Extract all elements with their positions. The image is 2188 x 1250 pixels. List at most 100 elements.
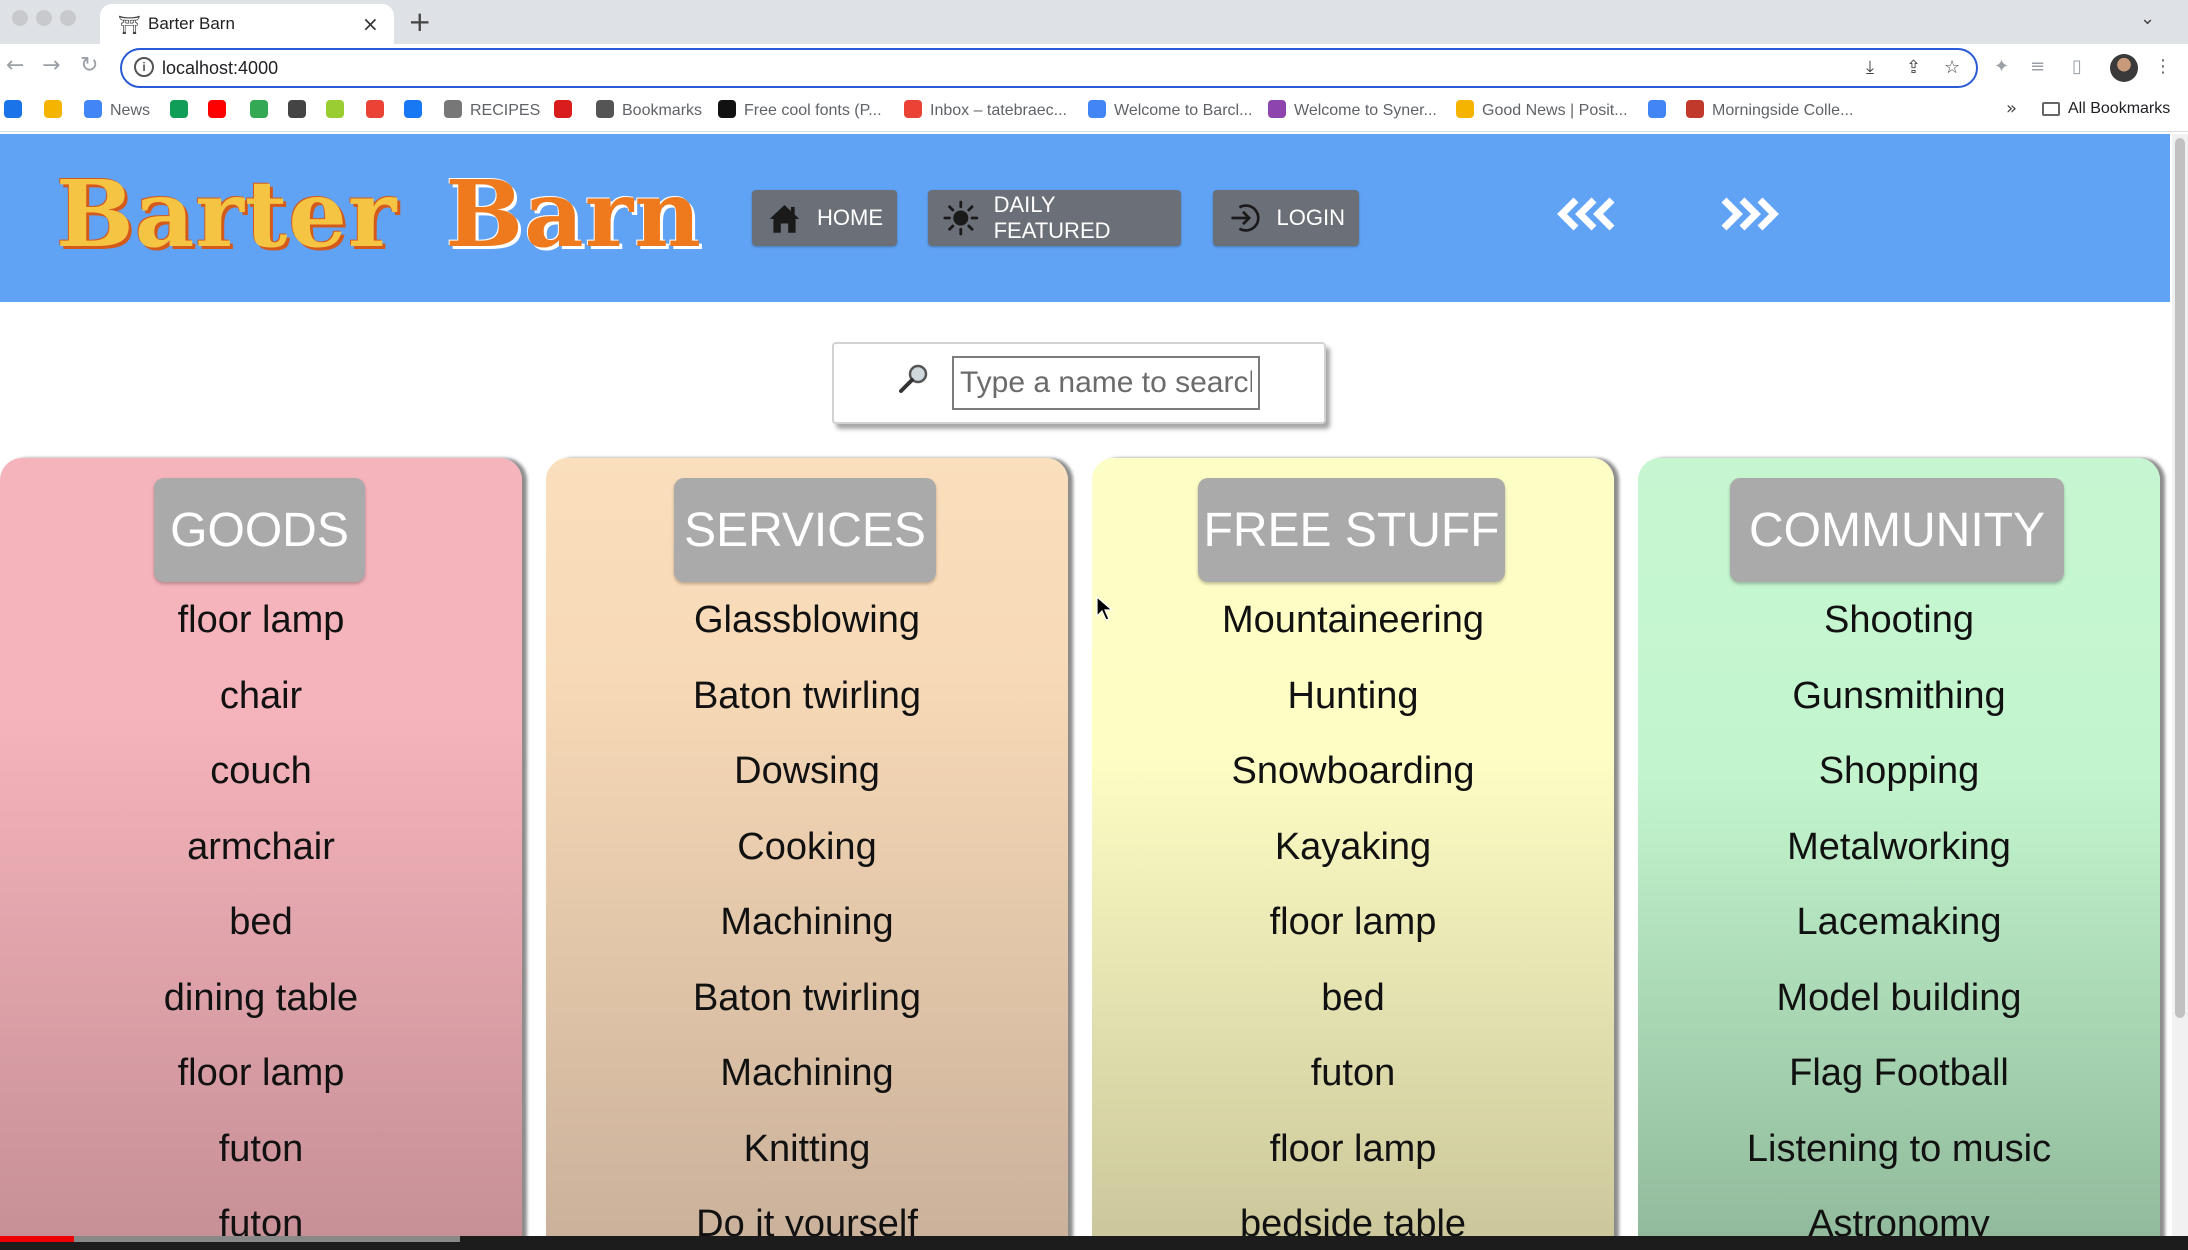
list-item[interactable]: futon xyxy=(0,1111,522,1187)
more-bookmarks-icon[interactable]: » xyxy=(2006,98,2017,119)
services-header[interactable]: SERVICES xyxy=(674,478,936,582)
scrollbar-thumb[interactable] xyxy=(2175,138,2185,1018)
bookmark-item[interactable] xyxy=(170,100,196,120)
window-zoom-dot[interactable] xyxy=(60,10,76,26)
menu-icon[interactable]: ⋮ xyxy=(2154,56,2172,77)
list-item[interactable]: Metalworking xyxy=(1638,809,2160,885)
list-item[interactable]: Machining xyxy=(546,1035,1068,1111)
search-input[interactable] xyxy=(952,356,1260,410)
daily-featured-button[interactable]: DAILY FEATURED xyxy=(928,190,1181,246)
list-item[interactable]: dining table xyxy=(0,960,522,1036)
address-bar[interactable]: i localhost:4000 ⤓ ⇪ ☆ xyxy=(120,48,1978,88)
all-bookmarks-button[interactable]: All Bookmarks xyxy=(2042,100,2170,118)
goods-column: GOODS floor lamp chair couch armchair bed din… xyxy=(0,458,522,1240)
bookmark-item[interactable] xyxy=(1648,100,1674,120)
list-item[interactable]: floor lamp xyxy=(0,1035,522,1111)
goods-header[interactable]: GOODS xyxy=(154,478,365,582)
bookmark-item[interactable] xyxy=(326,100,352,120)
extensions-icon[interactable]: ✦ xyxy=(1994,56,2009,77)
reading-list-icon[interactable]: ≡ xyxy=(2030,56,2045,77)
list-item[interactable]: futon xyxy=(0,1186,522,1240)
home-button[interactable]: HOME xyxy=(752,190,897,246)
forward-icon[interactable]: → xyxy=(42,53,60,78)
list-item[interactable]: Kayaking xyxy=(1092,809,1614,885)
side-panel-icon[interactable]: ▯ xyxy=(2072,56,2082,77)
bookmark-item[interactable] xyxy=(4,100,30,120)
list-item[interactable]: floor lamp xyxy=(1092,1111,1614,1187)
list-item[interactable]: Baton twirling xyxy=(546,658,1068,734)
free-stuff-header[interactable]: FREE STUFF xyxy=(1198,478,1505,582)
site-logo[interactable]: Barter Barn xyxy=(56,160,702,268)
list-item[interactable]: bed xyxy=(0,884,522,960)
window-minimize-dot[interactable] xyxy=(36,10,52,26)
login-button[interactable]: LOGIN xyxy=(1213,190,1359,246)
list-item[interactable]: bedside table xyxy=(1092,1186,1614,1240)
bookmark-item[interactable]: Bookmarks xyxy=(596,100,702,120)
list-item[interactable]: Knitting xyxy=(546,1111,1068,1187)
back-icon[interactable]: ← xyxy=(6,53,24,78)
list-item[interactable]: chair xyxy=(0,658,522,734)
list-item[interactable]: Glassblowing xyxy=(546,582,1068,658)
bookmark-item[interactable] xyxy=(250,100,276,120)
bookmark-favicon-icon xyxy=(444,100,462,118)
list-item[interactable]: floor lamp xyxy=(0,582,522,658)
list-item[interactable]: floor lamp xyxy=(1092,884,1614,960)
community-header[interactable]: COMMUNITY xyxy=(1730,478,2064,582)
bookmark-item[interactable] xyxy=(288,100,314,120)
list-item[interactable]: couch xyxy=(0,733,522,809)
browser-tab[interactable]: ⛩ Barter Barn × xyxy=(100,4,394,44)
bookmark-item[interactable] xyxy=(44,100,70,120)
chevron-down-icon[interactable]: ⌄ xyxy=(2140,8,2155,29)
list-item[interactable]: bed xyxy=(1092,960,1614,1036)
list-item[interactable]: Baton twirling xyxy=(546,960,1068,1036)
bookmark-item[interactable]: Welcome to Syner... xyxy=(1268,100,1437,120)
list-item[interactable]: Flag Football xyxy=(1638,1035,2160,1111)
list-item[interactable]: Shooting xyxy=(1638,582,2160,658)
bookmark-star-icon[interactable]: ☆ xyxy=(1944,57,1960,78)
bookmark-favicon-icon xyxy=(1088,100,1106,118)
search-icon xyxy=(899,364,928,393)
list-item[interactable]: Mountaineering xyxy=(1092,582,1614,658)
list-item[interactable]: futon xyxy=(1092,1035,1614,1111)
bookmark-item[interactable] xyxy=(554,100,580,120)
list-item[interactable]: Cooking xyxy=(546,809,1068,885)
list-item[interactable]: Listening to music xyxy=(1638,1111,2160,1187)
bookmark-item[interactable]: Inbox – tatebraec... xyxy=(904,100,1067,120)
mouse-cursor-icon xyxy=(1096,596,1114,621)
bookmark-item[interactable]: RECIPES xyxy=(444,100,540,120)
share-icon[interactable]: ⇪ xyxy=(1906,57,1921,78)
bookmark-item[interactable]: Good News | Posit... xyxy=(1456,100,1628,120)
bookmark-item[interactable] xyxy=(208,100,234,120)
bookmark-item[interactable] xyxy=(404,100,430,120)
profile-avatar[interactable] xyxy=(2110,54,2138,82)
previous-arrows-icon[interactable] xyxy=(1556,194,1620,234)
list-item[interactable]: Astronomy xyxy=(1638,1186,2160,1240)
list-item[interactable]: Shopping xyxy=(1638,733,2160,809)
list-item[interactable]: Gunsmithing xyxy=(1638,658,2160,734)
free-stuff-list: Mountaineering Hunting Snowboarding Kayakin… xyxy=(1092,582,1614,1240)
bookmark-item[interactable]: Free cool fonts (P... xyxy=(718,100,882,120)
bookmark-item[interactable]: News xyxy=(84,100,150,120)
reload-icon[interactable]: ↻ xyxy=(80,53,98,78)
install-icon[interactable]: ⤓ xyxy=(1866,57,1874,78)
list-item[interactable]: Dowsing xyxy=(546,733,1068,809)
bookmark-item[interactable] xyxy=(366,100,392,120)
list-item[interactable]: armchair xyxy=(0,809,522,885)
bookmark-item[interactable]: Morningside Colle... xyxy=(1686,100,1853,120)
list-item[interactable]: Snowboarding xyxy=(1092,733,1614,809)
address-url[interactable]: localhost:4000 xyxy=(162,58,278,79)
list-item[interactable]: Do it yourself xyxy=(546,1186,1068,1240)
close-tab-icon[interactable]: × xyxy=(362,12,379,36)
list-item[interactable]: Machining xyxy=(546,884,1068,960)
next-arrows-icon[interactable] xyxy=(1716,194,1780,234)
list-item[interactable]: Model building xyxy=(1638,960,2160,1036)
window-close-dot[interactable] xyxy=(12,10,28,26)
bookmark-item[interactable]: Welcome to Barcl... xyxy=(1088,100,1252,120)
bookmark-label: Morningside Colle... xyxy=(1712,102,1854,119)
list-item[interactable]: Lacemaking xyxy=(1638,884,2160,960)
page-scrollbar[interactable] xyxy=(2172,134,2188,1240)
video-progress-bar[interactable] xyxy=(0,1236,2188,1250)
new-tab-icon[interactable]: + xyxy=(408,5,431,38)
list-item[interactable]: Hunting xyxy=(1092,658,1614,734)
site-info-icon[interactable]: i xyxy=(134,57,154,77)
